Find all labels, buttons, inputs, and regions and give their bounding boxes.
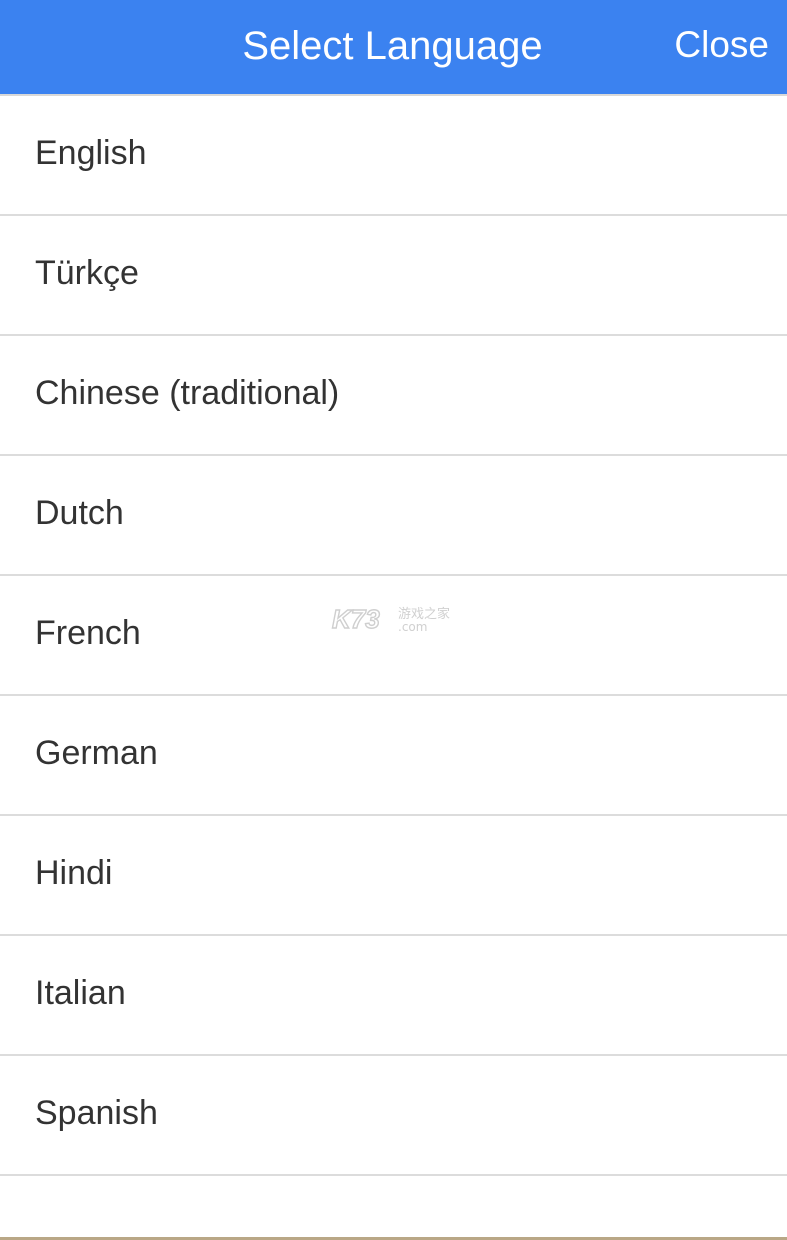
language-item-english[interactable]: English: [0, 96, 787, 216]
language-item-italian[interactable]: Italian: [0, 936, 787, 1056]
watermark-brand: K73: [332, 604, 380, 634]
language-item-label: French: [35, 613, 141, 652]
close-button[interactable]: Close: [674, 0, 769, 94]
language-item-label: Dutch: [35, 493, 124, 532]
top-bar: Select Language Close: [0, 0, 787, 96]
language-list: English Türkçe Chinese (traditional) Dut…: [0, 96, 787, 1176]
watermark-logo: K73 游戏之家 .com: [331, 603, 450, 634]
language-item-label: Türkçe: [35, 253, 139, 292]
language-select-screen: Select Language Close English Türkçe Chi…: [0, 0, 787, 1240]
language-item-label: Spanish: [35, 1093, 158, 1132]
language-item-turkish[interactable]: Türkçe: [0, 216, 787, 336]
language-item-hindi[interactable]: Hindi: [0, 816, 787, 936]
language-item-spanish[interactable]: Spanish: [0, 1056, 787, 1176]
language-item-german[interactable]: German: [0, 696, 787, 816]
language-item-dutch[interactable]: Dutch: [0, 456, 787, 576]
language-item-label: German: [35, 733, 158, 772]
language-item-chinese-traditional[interactable]: Chinese (traditional): [0, 336, 787, 456]
watermark-domain: .com: [398, 620, 427, 634]
language-item-label: English: [35, 133, 147, 172]
language-item-label: Chinese (traditional): [35, 373, 340, 412]
page-title: Select Language: [242, 24, 543, 68]
language-item-label: Hindi: [35, 853, 113, 892]
language-item-french[interactable]: French: [0, 576, 787, 696]
language-item-label: Italian: [35, 973, 126, 1012]
